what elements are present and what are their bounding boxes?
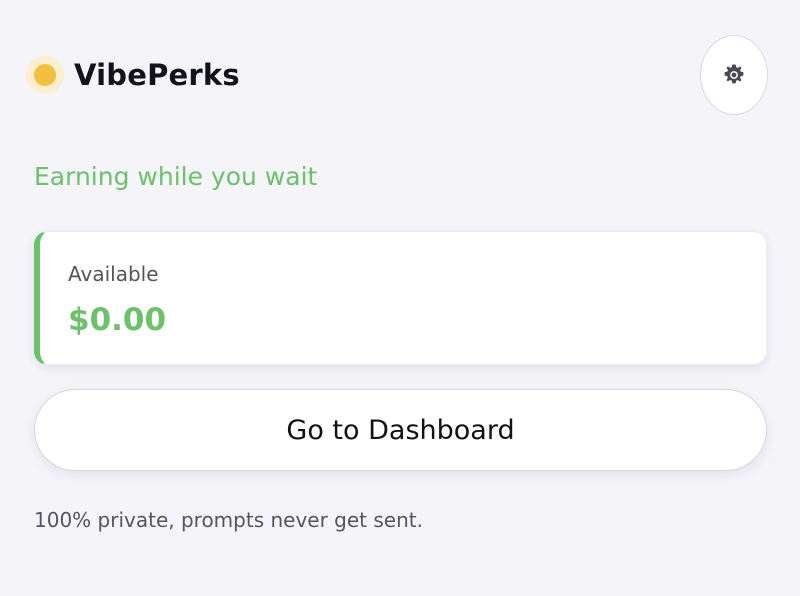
header: VibePerks — [26, 34, 768, 116]
balance-value: $0.00 — [68, 302, 167, 338]
gear-icon — [724, 64, 744, 84]
settings-button[interactable] — [700, 35, 768, 115]
go-to-dashboard-button[interactable]: Go to Dashboard — [34, 389, 767, 471]
tagline: Earning while you wait — [34, 162, 318, 191]
status-indicator — [26, 56, 64, 94]
status-dot-icon — [34, 64, 56, 86]
brand-name: VibePerks — [74, 58, 240, 92]
balance-label: Available — [68, 262, 159, 286]
brand: VibePerks — [26, 56, 240, 94]
extension-popup: VibePerks Earning while you wait Availab… — [0, 0, 800, 596]
balance-card: Available $0.00 — [34, 231, 767, 365]
privacy-note: 100% private, prompts never get sent. — [34, 508, 423, 532]
